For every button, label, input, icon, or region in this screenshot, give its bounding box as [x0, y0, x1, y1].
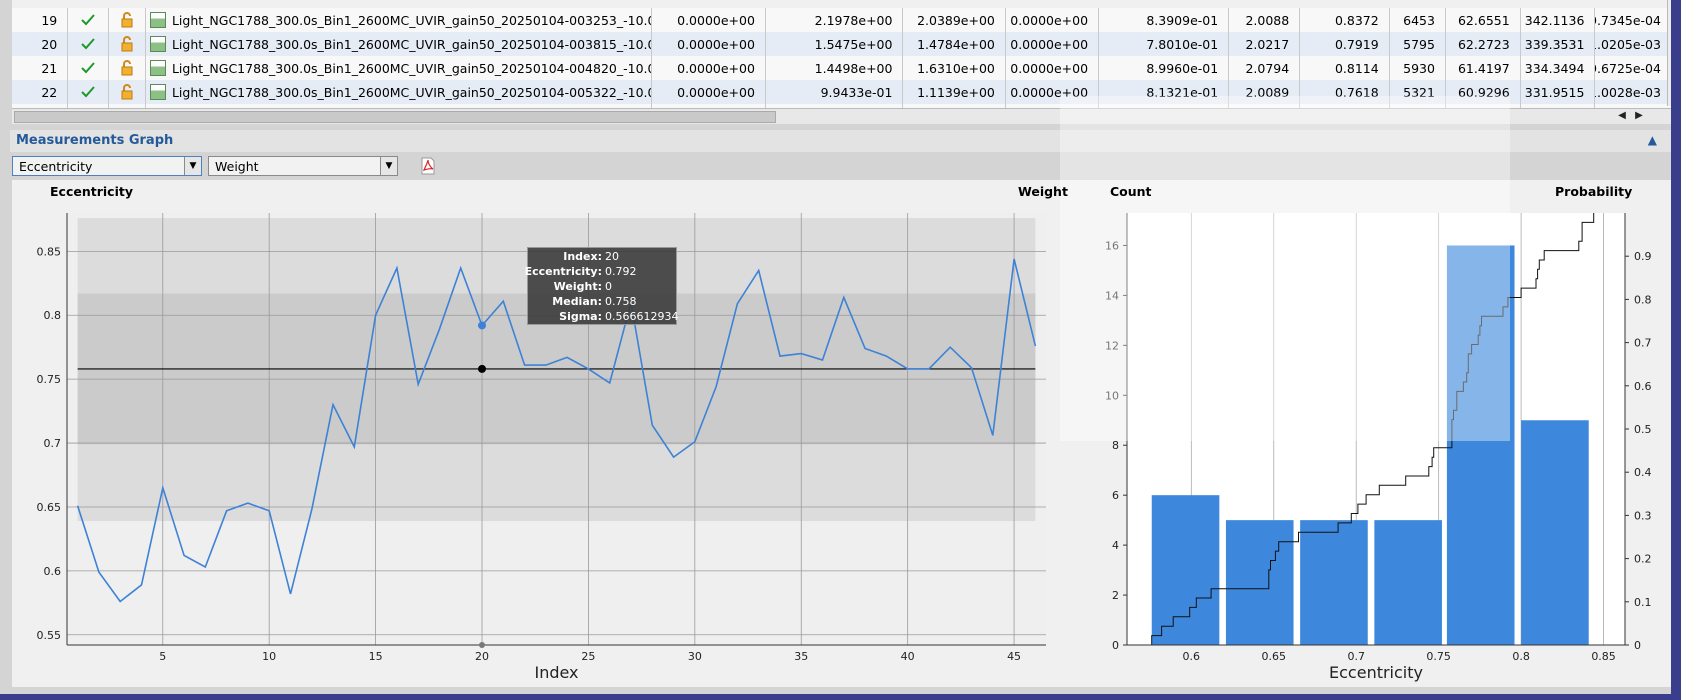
y-tick-label: 0.55 — [37, 629, 62, 642]
y-tick-label: 0.65 — [37, 501, 62, 514]
tooltip-index-value: 20 — [605, 250, 619, 263]
y-tick-label: 0 — [1112, 639, 1119, 652]
y2-tick-label: 0.9 — [1634, 250, 1652, 263]
y2-tick-label: 0.5 — [1634, 423, 1652, 436]
y-tick-label: 0.85 — [37, 245, 62, 258]
x-tick-label: 20 — [475, 650, 489, 663]
x-tick-label: 35 — [794, 650, 808, 663]
probability-axis-title: Probability — [1555, 184, 1633, 199]
x-tick-label: 45 — [1007, 650, 1021, 663]
y2-tick-label: 0.8 — [1634, 293, 1652, 306]
median-point — [478, 364, 487, 373]
x-marker-point — [479, 642, 486, 648]
charts-svg: 5 10 15 20 25 30 35 40 450.550.60.650.70.750.80.… — [37, 213, 1652, 682]
histogram-bar — [1300, 520, 1368, 645]
tooltip-eccentricity-value: 0.792 — [605, 265, 637, 278]
tooltip-weight-value: 0 — [605, 280, 612, 293]
tooltip-sigma-value: 0.566612934 — [605, 310, 679, 323]
tooltip-weight-label: Weight: — [553, 280, 602, 293]
y-tick-label: 16 — [1105, 239, 1119, 252]
x-tick-label: 0.75 — [1426, 650, 1451, 663]
x-tick-label: 0.85 — [1591, 650, 1616, 663]
y2-tick-label: 0.2 — [1634, 553, 1652, 566]
x-axis-label: Index — [534, 663, 578, 682]
tooltip-median-value: 0.758 — [605, 295, 637, 308]
tooltip-eccentricity-label: Eccentricity: — [524, 265, 602, 278]
y-tick-label: 4 — [1112, 539, 1119, 552]
eccentricity-histogram: 0 2 4 6 8 10 12 14 16 0 0.1 0.2 0.3 0.4 0.5 0.6 0.7 0.8 0.… — [1105, 213, 1652, 682]
y-axis-title: Eccentricity — [50, 184, 133, 199]
x-axis-label: Eccentricity — [1329, 663, 1423, 682]
x-tick-label: 10 — [262, 650, 276, 663]
tooltip-sigma-label: Sigma: — [559, 310, 602, 323]
y2-tick-label: 0.3 — [1634, 509, 1652, 522]
count-axis-title: Count — [1110, 184, 1152, 199]
y-tick-label: 10 — [1105, 389, 1119, 402]
y2-tick-label: 0.1 — [1634, 596, 1652, 609]
y2-tick-label: 0.7 — [1634, 337, 1652, 350]
y2-tick-label: 0.6 — [1634, 380, 1652, 393]
highlighted-point — [478, 321, 487, 330]
y-tick-label: 8 — [1112, 439, 1119, 452]
histogram-bar — [1521, 420, 1589, 645]
histogram-bar — [1374, 520, 1442, 645]
y-tick-label: 0.6 — [44, 565, 62, 578]
y-tick-label: 12 — [1105, 339, 1119, 352]
x-tick-label: 0.8 — [1512, 650, 1530, 663]
histogram-bar — [1446, 245, 1515, 645]
y-tick-label: 14 — [1105, 289, 1119, 302]
y2-tick-label: 0.4 — [1634, 466, 1652, 479]
y-tick-label: 0.75 — [37, 373, 62, 386]
x-tick-label: 30 — [688, 650, 702, 663]
app-window: 19 Light_NGC1788_300.0s_Bin1_2600MC_UVIR_… — [0, 0, 1671, 694]
histogram-bar — [1151, 495, 1220, 645]
x-tick-label: 0.7 — [1347, 650, 1365, 663]
x-tick-label: 40 — [901, 650, 915, 663]
x-tick-label: 25 — [581, 650, 595, 663]
tooltip-median-label: Median: — [552, 295, 602, 308]
tooltip-index-label: Index: — [563, 250, 602, 263]
y-tick-label: 6 — [1112, 489, 1119, 502]
secondary-axis-title: Weight — [1018, 184, 1068, 199]
x-tick-label: 0.6 — [1183, 650, 1201, 663]
x-tick-label: 15 — [369, 650, 383, 663]
x-tick-label: 0.65 — [1262, 650, 1287, 663]
data-tooltip: Index: 20 Eccentricity: 0.792 Weight: 0 Med… — [524, 247, 679, 325]
y-tick-label: 2 — [1112, 589, 1119, 602]
histogram-bar — [1225, 520, 1294, 645]
y-tick-label: 0.7 — [44, 437, 62, 450]
x-tick-label: 5 — [159, 650, 166, 663]
y2-tick-label: 0 — [1634, 639, 1641, 652]
y-tick-label: 0.8 — [44, 309, 62, 322]
